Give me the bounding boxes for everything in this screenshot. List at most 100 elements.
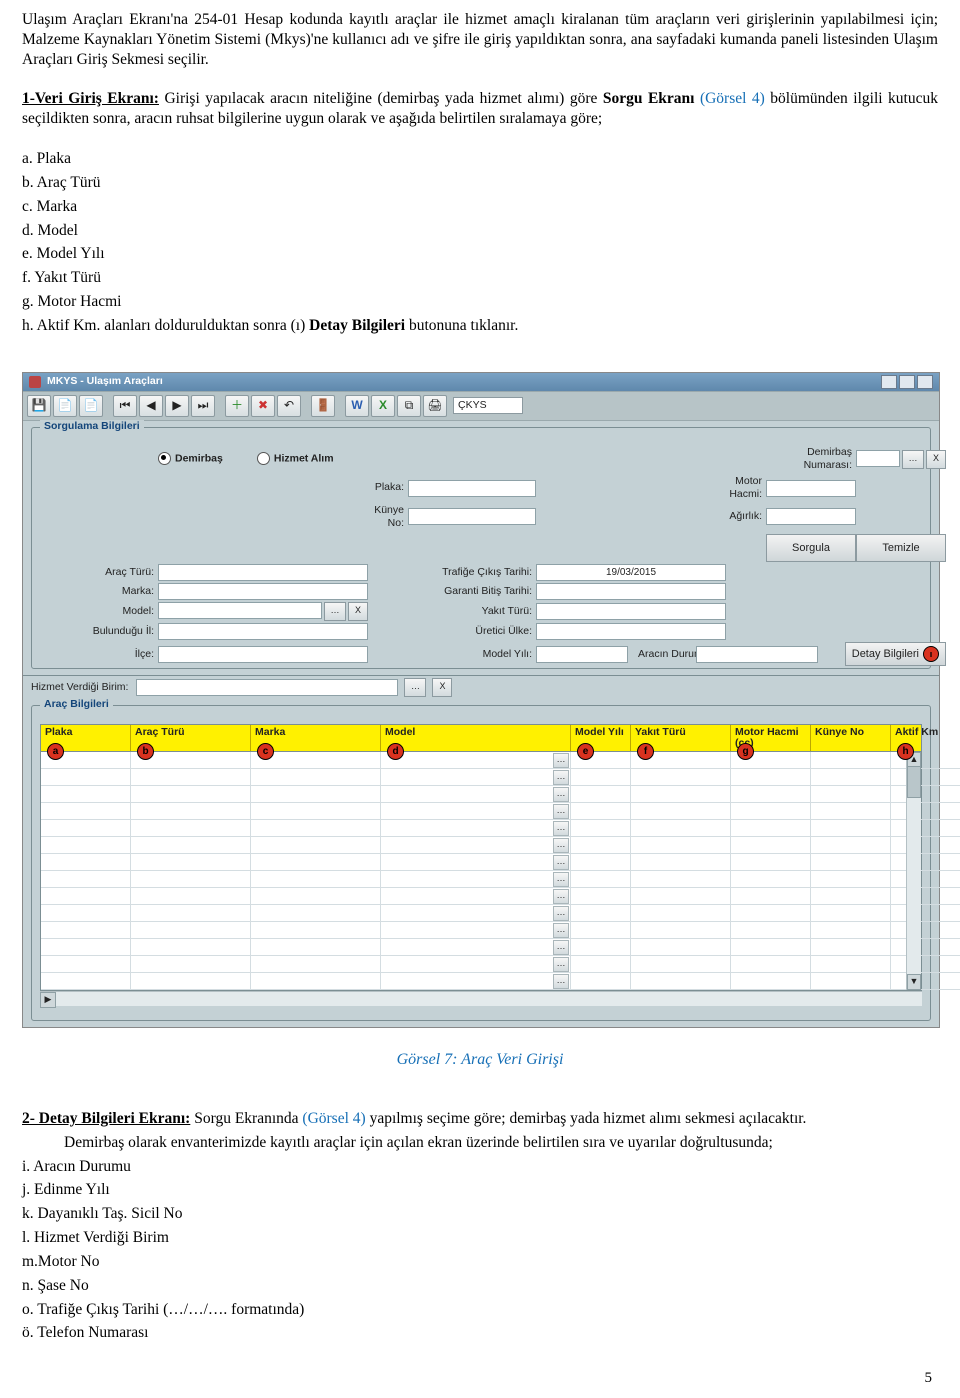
- fld-demirbasno[interactable]: [856, 450, 900, 467]
- fld-ilce[interactable]: [158, 646, 368, 663]
- col-modelyili: Model Yılıe: [571, 725, 631, 751]
- fld-modelyili[interactable]: [536, 646, 628, 663]
- table-row[interactable]: …: [41, 905, 921, 922]
- radio-hizmet[interactable]: Hizmet Alım: [257, 452, 334, 466]
- tb-last-icon[interactable]: ⏭: [191, 395, 215, 417]
- app-title-text: MKYS - Ulaşım Araçları: [47, 375, 163, 388]
- btn-temizle[interactable]: Temizle: [856, 534, 946, 562]
- table-row[interactable]: …: [41, 871, 921, 888]
- fld-agirlik[interactable]: [766, 508, 856, 525]
- tb-ex1-icon[interactable]: 📄: [53, 395, 77, 417]
- btn-sorgula[interactable]: Sorgula: [766, 534, 856, 562]
- li2-i: i. Aracın Durumu: [22, 1157, 938, 1177]
- col-aktifkm: Aktif Kmh: [891, 725, 960, 751]
- fld-il[interactable]: [158, 623, 368, 640]
- page-number: 5: [22, 1347, 938, 1398]
- lbl-il: Bulunduğu İl:: [40, 625, 158, 638]
- tb-save-icon[interactable]: 💾: [27, 395, 51, 417]
- fld-yakitturu[interactable]: [536, 603, 726, 620]
- tb-next-icon[interactable]: ▶: [165, 395, 189, 417]
- badge-i: ı: [923, 646, 939, 662]
- fld-hizmetbirim[interactable]: [136, 679, 398, 696]
- li2-n: n. Şase No: [22, 1276, 938, 1296]
- lbl-kunye: Künye No:: [368, 504, 408, 531]
- tb-undo-icon[interactable]: ↶: [277, 395, 301, 417]
- lookup-hizmetbirim[interactable]: …: [404, 678, 426, 697]
- col-plaka: Plakaa: [41, 725, 131, 751]
- row-hizmetbirim: Hizmet Verdiği Birim: … X: [23, 675, 939, 699]
- table-row[interactable]: …: [41, 888, 921, 905]
- fld-motorhacmi[interactable]: [766, 480, 856, 497]
- fld-aracturu[interactable]: [158, 564, 368, 581]
- lbl-yakitturu: Yakıt Türü:: [408, 605, 536, 618]
- tb-print-icon[interactable]: 🖨: [423, 395, 447, 417]
- col-model: Modeld: [381, 725, 571, 751]
- lbl-agirlik: Ağırlık:: [726, 510, 766, 523]
- tb-first-icon[interactable]: ⏮: [113, 395, 137, 417]
- tb-excel-icon[interactable]: X: [371, 395, 395, 417]
- btn-detay[interactable]: Detay Bilgileri ı: [845, 642, 946, 666]
- section1-title: 1-Veri Giriş Ekranı:: [22, 90, 159, 107]
- lbl-trafcikis: Trafiğe Çıkış Tarihi:: [408, 566, 536, 579]
- clear-hizmetbirim[interactable]: X: [432, 678, 452, 697]
- table-row[interactable]: …: [41, 837, 921, 854]
- group-arac: Araç Bilgileri Plakaa Araç Türüb Markac …: [31, 705, 931, 1021]
- app-icon: [29, 376, 41, 388]
- li-g: g. Motor Hacmi: [22, 292, 938, 312]
- lbl-ureticiulke: Üretici Ülke:: [408, 625, 536, 638]
- ckys-combo[interactable]: ÇKYS: [453, 397, 523, 414]
- tb-misc-icon[interactable]: ⧉: [397, 395, 421, 417]
- figure-caption: Görsel 7: Araç Veri Girişi: [22, 1050, 938, 1070]
- lookup-model[interactable]: …: [324, 602, 346, 621]
- tb-prev-icon[interactable]: ◀: [139, 395, 163, 417]
- tb-ex2-icon[interactable]: 📄: [79, 395, 103, 417]
- col-motorhacmi: Motor Hacmi (cc)g: [731, 725, 811, 751]
- li-h: h. Aktif Km. alanları doldurulduktan son…: [22, 316, 938, 336]
- tb-word-icon[interactable]: W: [345, 395, 369, 417]
- group-sorgulama: Sorgulama Bilgileri Demirbaş Hizmet Alım…: [31, 427, 931, 670]
- fld-marka[interactable]: [158, 583, 368, 600]
- row-lookup-icon[interactable]: …: [553, 753, 569, 768]
- table-row[interactable]: …: [41, 956, 921, 973]
- lbl-aracturu: Araç Türü:: [40, 566, 158, 579]
- li-a: a. Plaka: [22, 149, 938, 169]
- lbl-marka: Marka:: [40, 585, 158, 598]
- li-b: b. Araç Türü: [22, 173, 938, 193]
- li-d: d. Model: [22, 221, 938, 241]
- fld-ureticiulke[interactable]: [536, 623, 726, 640]
- clear-demirbasno[interactable]: X: [926, 450, 946, 469]
- section1: 1-Veri Giriş Ekranı: Girişi yapılacak ar…: [22, 89, 938, 129]
- fld-model[interactable]: [158, 602, 322, 619]
- para-intro: Ulaşım Araçları Ekranı'na 254-01 Hesap k…: [22, 10, 938, 69]
- fld-trafcikis[interactable]: 19/03/2015: [536, 564, 726, 581]
- li2-m: m.Motor No: [22, 1252, 938, 1272]
- col-kunyeno: Künye No: [811, 725, 891, 751]
- tb-del-icon[interactable]: ✖: [251, 395, 275, 417]
- fld-plaka[interactable]: [408, 480, 536, 497]
- h-scrollbar[interactable]: ◀ ▶: [40, 991, 922, 1006]
- radio-demirbas[interactable]: Demirbaş: [158, 452, 223, 466]
- lookup-demirbasno[interactable]: …: [902, 450, 924, 469]
- section2-para2: Demirbaş olarak envanterimizde kayıtlı a…: [22, 1133, 938, 1153]
- li2-l: l. Hizmet Verdiği Birim: [22, 1228, 938, 1248]
- fld-kunye[interactable]: [408, 508, 536, 525]
- li2-o: o. Trafiğe Çıkış Tarihi (…/…/…. formatın…: [22, 1300, 938, 1320]
- tb-exit-icon[interactable]: 🚪: [311, 395, 335, 417]
- table-row[interactable]: …: [41, 769, 921, 786]
- table-row[interactable]: …: [41, 939, 921, 956]
- clear-model[interactable]: X: [348, 602, 368, 621]
- table-row[interactable]: …: [41, 973, 921, 990]
- radio-row: Demirbaş Hizmet Alım: [158, 452, 536, 466]
- tb-add-icon[interactable]: ＋: [225, 395, 249, 417]
- table-row[interactable]: …: [41, 922, 921, 939]
- table-row[interactable]: …: [41, 854, 921, 871]
- window-controls[interactable]: [881, 375, 933, 389]
- table-row[interactable]: …: [41, 803, 921, 820]
- titlebar: MKYS - Ulaşım Araçları: [23, 373, 939, 391]
- table-row[interactable]: …: [41, 752, 921, 769]
- lbl-demirbasno: Demirbaş Numarası:: [766, 446, 856, 473]
- fld-garantibitis[interactable]: [536, 583, 726, 600]
- v-scrollbar[interactable]: ▲ ▼: [906, 752, 921, 990]
- table-row[interactable]: …: [41, 786, 921, 803]
- table-row[interactable]: …: [41, 820, 921, 837]
